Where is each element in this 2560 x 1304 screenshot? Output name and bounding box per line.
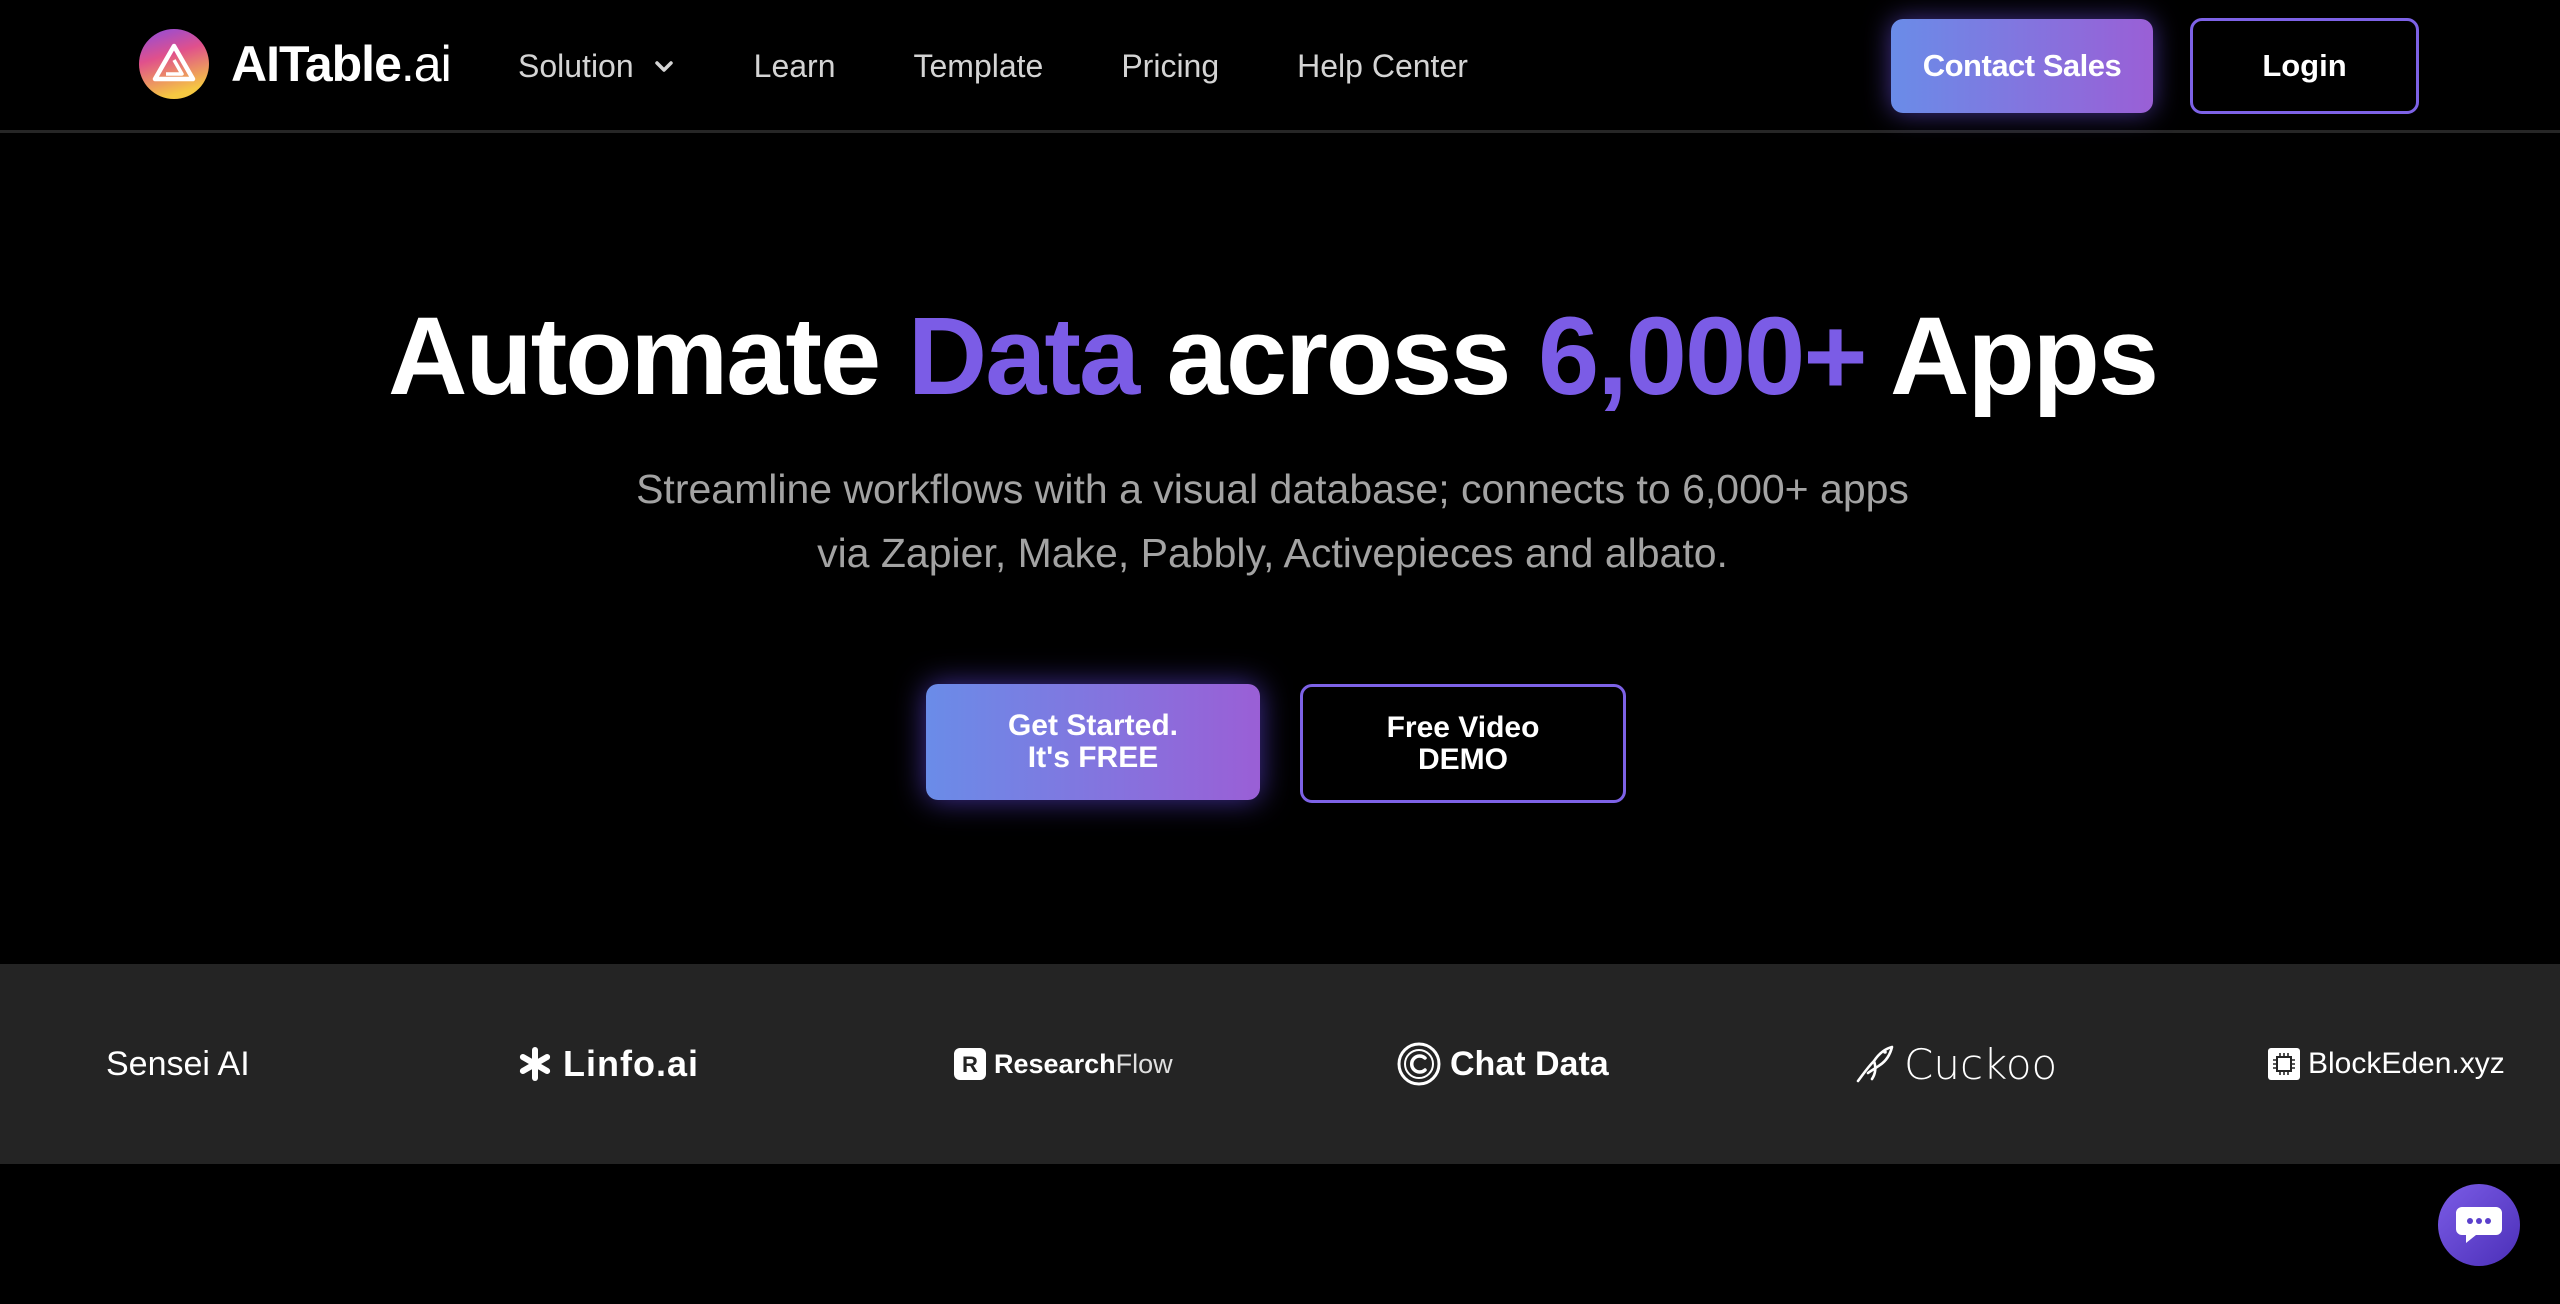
nav-item-solution[interactable]: Solution — [518, 48, 676, 85]
contact-sales-button[interactable]: Contact Sales — [1891, 19, 2153, 113]
svg-text:R: R — [962, 1052, 978, 1077]
nav-item-learn[interactable]: Learn — [754, 48, 836, 85]
bird-icon — [1856, 1045, 1894, 1083]
hero-title-accent: 6,000+ — [1538, 295, 1868, 418]
free-video-demo-button[interactable]: Free Video DEMO — [1300, 684, 1626, 803]
customer-logo-sensei-ai: Sensei AI — [106, 1044, 250, 1083]
logo-wordmark: AITable.ai — [231, 36, 452, 92]
customer-logo-blockeden: BlockEden.xyz — [2268, 964, 2505, 1164]
nav-item-label: Learn — [753, 47, 836, 84]
nav-item-pricing[interactable]: Pricing — [1121, 48, 1219, 85]
customer-logo-researchflow: R Research Flow — [954, 964, 1173, 1164]
chat-bubble-icon — [2456, 1207, 2502, 1243]
site-header: AITable.ai Solution Learn Template Prici… — [0, 0, 2560, 133]
nav-item-label: Help Center — [1297, 47, 1468, 84]
copyright-c-icon — [1397, 1042, 1441, 1086]
customer-logo-strip: Sensei AI Linfo.ai R Research Flow Chat D… — [0, 964, 2560, 1164]
nav-item-label: Pricing — [1121, 47, 1220, 84]
login-button[interactable]: Login — [2190, 18, 2419, 114]
hero-title: Automate Data across 6,000+ Apps — [387, 295, 2159, 418]
main-nav: Solution Learn Template Pricing Help Cen… — [518, 40, 1546, 92]
researchflow-r-icon: R — [954, 1048, 986, 1080]
chip-icon — [2268, 1048, 2300, 1080]
nav-item-label: Solution — [518, 47, 634, 84]
get-started-button[interactable]: Get Started. It's FREE — [926, 684, 1260, 800]
chevron-down-icon — [654, 61, 673, 72]
customer-logo-chat-data: Chat Data — [1396, 964, 1609, 1164]
aitable-logo-icon — [139, 29, 209, 99]
nav-item-template[interactable]: Template — [913, 48, 1043, 85]
asterisk-icon — [519, 1047, 551, 1081]
hero-title-accent: Data — [907, 295, 1140, 418]
nav-item-help-center[interactable]: Help Center — [1297, 48, 1468, 85]
customer-logo-linfo: Linfo.ai — [515, 964, 699, 1164]
nav-item-label: Template — [913, 47, 1044, 84]
chat-widget-button[interactable] — [2438, 1184, 2520, 1266]
hero-subtitle: Streamline workflows with a visual datab… — [636, 466, 1909, 576]
customer-logo-cuckoo: Cuckoo — [1854, 964, 2057, 1164]
site-logo[interactable]: AITable.ai — [139, 28, 452, 100]
